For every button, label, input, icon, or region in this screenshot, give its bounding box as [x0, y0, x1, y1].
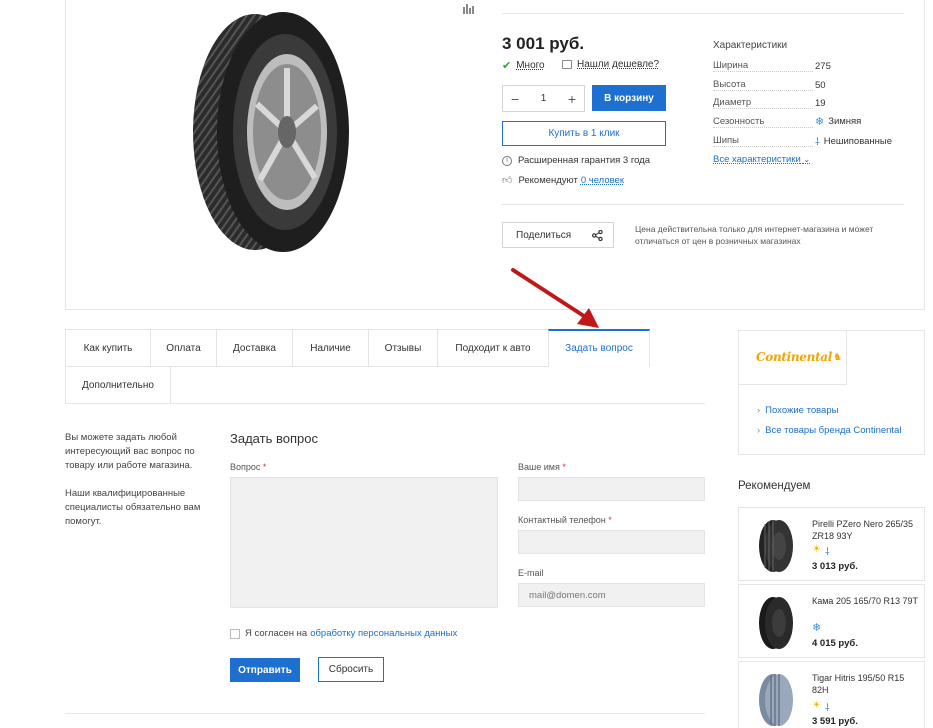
divider — [65, 403, 705, 404]
stats-icon[interactable] — [463, 4, 475, 14]
stock-status: ✔ Много — [502, 59, 545, 72]
recommended-item[interactable]: Кама 205 165/70 R13 79T ❄ 4 015 руб. — [738, 584, 925, 658]
stud-icon: ⸸ — [824, 703, 830, 714]
send-button[interactable]: Отправить — [230, 658, 300, 682]
stock-label[interactable]: Много — [516, 60, 544, 71]
stud-icon: ⸸ — [824, 547, 830, 558]
found-cheaper-link[interactable]: Нашли дешевле? — [562, 59, 659, 70]
char-row-studs: Шипы ⸸ Нешипованные — [713, 135, 893, 148]
chevron-right-icon: › — [757, 405, 761, 416]
recommend-count-link[interactable]: 0 человек — [581, 175, 624, 186]
divider — [502, 204, 904, 205]
recommended-item-name[interactable]: Pirelli PZero Nero 265/35 ZR18 93Y — [812, 518, 920, 542]
tire-thumbnail[interactable] — [755, 595, 795, 651]
share-label: Поделиться — [516, 229, 572, 241]
buy-one-click-button[interactable]: Купить в 1 клик — [502, 121, 666, 146]
add-to-cart-button[interactable]: В корзину — [592, 85, 666, 111]
characteristics-title: Характеристики — [713, 40, 788, 51]
sun-icon: ☀ — [812, 544, 821, 555]
check-icon: ✔ — [502, 60, 512, 72]
tire-thumbnail[interactable] — [755, 518, 795, 574]
char-row-width: Ширина 275 — [713, 60, 831, 72]
tab-availability[interactable]: Наличие — [292, 329, 369, 367]
tab-how-to-buy[interactable]: Как купить — [65, 329, 151, 367]
consent-checkbox-row[interactable]: Я согласен на обработку персональных дан… — [230, 628, 457, 639]
product-tire-image[interactable] — [185, 8, 355, 256]
phone-label: Контактный телефон * — [518, 515, 612, 525]
recommend-info: 👍︎ Рекомендуют 0 человек — [502, 174, 624, 187]
chevron-right-icon: › — [757, 425, 761, 436]
phone-input[interactable] — [518, 530, 705, 554]
found-cheaper-label[interactable]: Нашли дешевле? — [577, 59, 659, 70]
recommended-item-price: 3 591 руб. — [812, 716, 858, 727]
email-input[interactable]: mail@domen.com — [518, 583, 705, 607]
question-label: Вопрос * — [230, 462, 267, 472]
tab-delivery[interactable]: Доставка — [216, 329, 293, 367]
share-button[interactable]: Поделиться — [502, 222, 614, 248]
recommended-item-name[interactable]: Кама 205 165/70 R13 79T — [812, 595, 920, 607]
recommended-item-name[interactable]: Tigar Hitris 195/50 R15 82H — [812, 672, 920, 696]
recommended-item-price: 3 013 руб. — [812, 561, 858, 572]
all-brand-products-link[interactable]: › Все товары бренда Continental — [757, 425, 901, 436]
snowflake-sun-icon: ❄ — [812, 622, 822, 634]
tab-ask-question[interactable]: Задать вопрос — [548, 329, 650, 367]
quantity-value[interactable]: 1 — [541, 93, 547, 104]
divider — [65, 713, 705, 714]
name-label: Ваше имя * — [518, 462, 566, 472]
consent-text: Я согласен на — [245, 628, 308, 639]
form-side-note: Вы можете задать любой интересующий вас … — [65, 432, 201, 527]
char-row-height: Высота 50 — [713, 79, 826, 91]
recommended-title: Рекомендуем — [738, 480, 811, 492]
brand-logo[interactable]: Continental ♞ — [738, 330, 847, 385]
tab-reviews[interactable]: Отзывы — [368, 329, 438, 367]
snowflake-icon: ❄ — [815, 116, 825, 128]
continental-logo: Continental — [756, 350, 833, 364]
reset-button[interactable]: Сбросить — [318, 657, 384, 682]
warranty-info: i Расширенная гарантия 3 года — [502, 155, 650, 166]
recommend-prefix: Рекомендуют — [518, 174, 578, 186]
char-row-diameter: Диаметр 19 — [713, 97, 826, 109]
price-tag-icon — [562, 60, 572, 69]
info-icon: i — [502, 155, 512, 166]
tire-thumbnail[interactable] — [755, 672, 795, 728]
warranty-text: Расширенная гарантия 3 года — [518, 155, 650, 166]
sun-icon: ☀ — [812, 700, 821, 711]
recommended-item[interactable]: Pirelli PZero Nero 265/35 ZR18 93Y ☀ ⸸ 3… — [738, 507, 925, 581]
char-row-season: Сезонность ❄ Зимняя — [713, 115, 862, 128]
product-price: 3 001 руб. — [502, 34, 585, 53]
share-icon — [592, 229, 603, 241]
chevron-down-icon: ⌄ — [803, 155, 811, 164]
minus-button[interactable]: − — [511, 91, 519, 107]
quantity-stepper[interactable]: − 1 + — [502, 85, 585, 112]
thumbs-up-icon: 👍︎ — [502, 175, 513, 186]
price-disclaimer: Цена действительна только для интернет-м… — [635, 224, 874, 246]
all-characteristics-link[interactable]: Все характеристики ⌄ — [713, 154, 810, 165]
recommended-item-price: 4 015 руб. — [812, 638, 858, 649]
recommended-item[interactable]: Tigar Hitris 195/50 R15 82H ☀ ⸸ 3 591 ру… — [738, 661, 925, 728]
form-title: Задать вопрос — [230, 431, 318, 446]
name-input[interactable] — [518, 477, 705, 501]
consent-checkbox[interactable] — [230, 628, 240, 639]
consent-link[interactable]: обработку персональных данных — [310, 628, 457, 639]
email-label: E-mail — [518, 568, 544, 578]
red-arrow-annotation — [511, 268, 599, 328]
product-tabs: Как купить Оплата Доставка Наличие Отзыв… — [65, 329, 705, 404]
stud-icon: ⸸ — [815, 137, 820, 148]
similar-products-link[interactable]: › Похожие товары — [757, 405, 838, 416]
tab-payment[interactable]: Оплата — [150, 329, 217, 367]
question-textarea[interactable] — [230, 477, 498, 608]
tab-additional[interactable]: Дополнительно — [65, 366, 171, 404]
tab-fits-car[interactable]: Подходит к авто — [437, 329, 549, 367]
plus-button[interactable]: + — [568, 91, 576, 107]
divider — [502, 13, 904, 14]
horse-icon: ♞ — [833, 351, 843, 363]
